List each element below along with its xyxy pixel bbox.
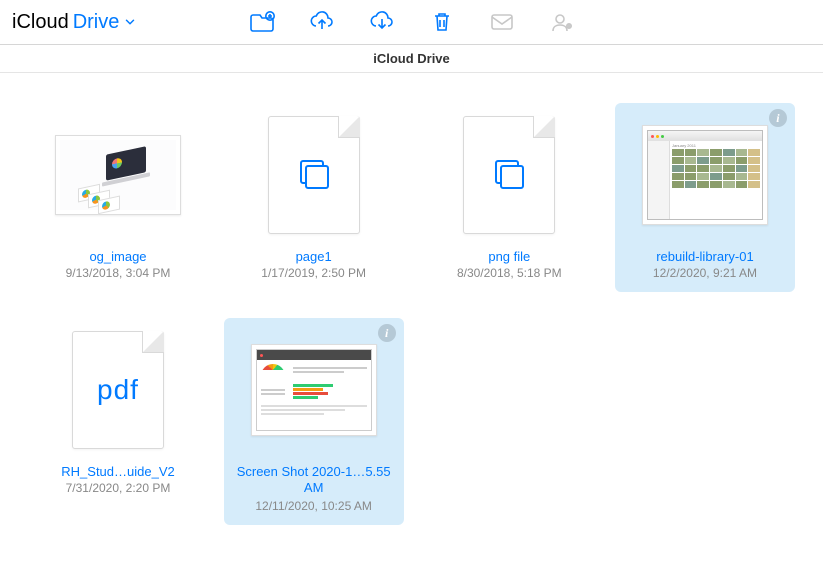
title-icloud: iCloud [12, 11, 69, 34]
document-icon [268, 116, 360, 234]
toolbar-actions [249, 10, 575, 34]
toolbar: iCloud Drive [0, 0, 823, 45]
file-item[interactable]: og_image 9/13/2018, 3:04 PM [28, 103, 208, 292]
file-date: 12/2/2020, 9:21 AM [653, 266, 757, 280]
upload-button[interactable] [309, 10, 335, 34]
file-name: page1 [296, 249, 332, 264]
thumbnail [444, 111, 574, 239]
thumbnail [53, 111, 183, 239]
info-button[interactable]: i [378, 324, 396, 342]
pdf-label: pdf [97, 374, 139, 406]
delete-button[interactable] [429, 10, 455, 34]
stack-icon [489, 154, 529, 197]
thumbnail: January 2011 [640, 111, 770, 239]
breadcrumb: iCloud Drive [0, 45, 823, 73]
file-item[interactable]: i January 2011 [615, 103, 795, 292]
file-grid: og_image 9/13/2018, 3:04 PM page1 1/17/2… [0, 73, 823, 555]
file-date: 1/17/2019, 2:50 PM [261, 266, 366, 280]
image-preview [55, 135, 181, 215]
info-button[interactable]: i [769, 109, 787, 127]
file-item[interactable]: png file 8/30/2018, 5:18 PM [419, 103, 599, 292]
share-button [549, 10, 575, 34]
document-icon [463, 116, 555, 234]
file-date: 12/11/2020, 10:25 AM [255, 499, 372, 513]
file-name: og_image [89, 249, 146, 264]
image-preview: January 2011 [642, 125, 768, 225]
title-drive: Drive [73, 11, 120, 34]
file-name: rebuild-library-01 [656, 249, 754, 264]
thumbnail [249, 326, 379, 454]
new-folder-button[interactable] [249, 10, 275, 34]
image-preview [251, 344, 377, 436]
breadcrumb-current: iCloud Drive [373, 51, 450, 66]
file-item[interactable]: i Screen Shot 2020-1…5.55 AM 12/ [224, 318, 404, 525]
chevron-down-icon [123, 15, 137, 29]
file-name: RH_Stud…uide_V2 [61, 464, 174, 479]
download-button[interactable] [369, 10, 395, 34]
thumbnail [249, 111, 379, 239]
file-item[interactable]: page1 1/17/2019, 2:50 PM [224, 103, 404, 292]
document-icon: pdf [72, 331, 164, 449]
thumbnail: pdf [53, 326, 183, 454]
file-name: Screen Shot 2020-1…5.55 AM [234, 464, 394, 497]
app-title-dropdown[interactable]: iCloud Drive [12, 11, 137, 34]
email-button [489, 10, 515, 34]
file-date: 8/30/2018, 5:18 PM [457, 266, 562, 280]
file-date: 7/31/2020, 2:20 PM [66, 481, 171, 495]
file-name: png file [488, 249, 530, 264]
file-date: 9/13/2018, 3:04 PM [66, 266, 171, 280]
stack-icon [294, 154, 334, 197]
file-item[interactable]: pdf RH_Stud…uide_V2 7/31/2020, 2:20 PM [28, 318, 208, 525]
